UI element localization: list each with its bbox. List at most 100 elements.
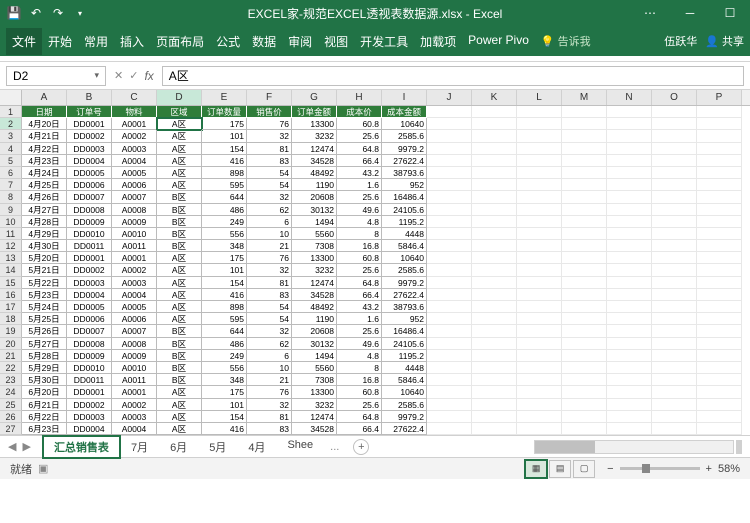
cell[interactable] (517, 277, 562, 289)
cell[interactable]: 66.4 (337, 423, 382, 435)
cell[interactable]: A0010 (112, 228, 157, 240)
cell[interactable] (517, 118, 562, 130)
cell[interactable] (427, 240, 472, 252)
cell[interactable] (607, 386, 652, 398)
cell[interactable] (427, 143, 472, 155)
cell[interactable] (607, 155, 652, 167)
add-sheet-button[interactable]: + (353, 439, 369, 455)
row-header[interactable]: 22 (0, 362, 22, 374)
cell[interactable] (652, 399, 697, 411)
cell[interactable] (562, 325, 607, 337)
cell[interactable] (427, 118, 472, 130)
cell[interactable]: 644 (202, 191, 247, 203)
zoom-slider[interactable] (620, 467, 700, 470)
zoom-in-button[interactable]: + (706, 463, 712, 475)
cell[interactable]: 5846.4 (382, 374, 427, 386)
cell[interactable]: 6月20日 (22, 386, 67, 398)
cell[interactable]: A0008 (112, 204, 157, 216)
row-header[interactable]: 6 (0, 167, 22, 179)
cell[interactable] (607, 277, 652, 289)
cell[interactable]: 175 (202, 118, 247, 130)
cell[interactable]: B区 (157, 374, 202, 386)
cell[interactable] (517, 289, 562, 301)
cell[interactable]: 76 (247, 252, 292, 264)
cell[interactable] (607, 374, 652, 386)
cell[interactable] (697, 289, 742, 301)
cell[interactable] (697, 204, 742, 216)
cell[interactable] (697, 264, 742, 276)
cell[interactable] (562, 423, 607, 435)
cell[interactable]: B区 (157, 204, 202, 216)
cell[interactable]: B区 (157, 350, 202, 362)
cell[interactable]: 30132 (292, 204, 337, 216)
cell[interactable] (472, 411, 517, 423)
cell[interactable]: A区 (157, 313, 202, 325)
cell[interactable]: A0001 (112, 252, 157, 264)
cell[interactable] (472, 362, 517, 374)
cell[interactable] (652, 313, 697, 325)
cell[interactable]: 订单金额 (292, 106, 337, 118)
cell[interactable] (652, 106, 697, 118)
cell[interactable]: 10 (247, 228, 292, 240)
cell[interactable]: 8 (337, 228, 382, 240)
cell[interactable]: 20608 (292, 191, 337, 203)
cell[interactable]: DD0008 (67, 338, 112, 350)
cell[interactable]: 1494 (292, 216, 337, 228)
cell[interactable]: 20608 (292, 325, 337, 337)
cell[interactable]: DD0007 (67, 325, 112, 337)
cell[interactable]: A区 (157, 423, 202, 435)
cell[interactable] (607, 325, 652, 337)
cell[interactable] (652, 264, 697, 276)
cell[interactable] (652, 301, 697, 313)
cell[interactable]: 4月23日 (22, 155, 67, 167)
row-header[interactable]: 17 (0, 301, 22, 313)
cell[interactable]: 54 (247, 313, 292, 325)
cell[interactable]: 66.4 (337, 155, 382, 167)
cell[interactable]: DD0005 (67, 167, 112, 179)
cell[interactable]: 952 (382, 313, 427, 325)
row-header[interactable]: 19 (0, 325, 22, 337)
cell[interactable]: B区 (157, 191, 202, 203)
cell[interactable]: A0006 (112, 313, 157, 325)
cell[interactable] (652, 411, 697, 423)
cell[interactable] (697, 106, 742, 118)
cell[interactable]: 556 (202, 228, 247, 240)
cell[interactable] (472, 264, 517, 276)
cell[interactable] (517, 350, 562, 362)
cell[interactable]: 60.8 (337, 252, 382, 264)
ribbon-options-icon[interactable]: ⋯ (630, 0, 670, 26)
cell[interactable] (652, 130, 697, 142)
horizontal-scrollbar[interactable] (534, 440, 734, 454)
cell[interactable]: 54 (247, 179, 292, 191)
cell[interactable]: DD0009 (67, 216, 112, 228)
cell[interactable]: 4月22日 (22, 143, 67, 155)
cell[interactable] (472, 374, 517, 386)
cell[interactable] (427, 228, 472, 240)
cell[interactable]: 6 (247, 216, 292, 228)
cell[interactable]: DD0004 (67, 155, 112, 167)
cell[interactable] (607, 350, 652, 362)
cell[interactable] (607, 362, 652, 374)
cell[interactable] (517, 264, 562, 276)
cell[interactable]: DD0009 (67, 350, 112, 362)
row-header[interactable]: 25 (0, 399, 22, 411)
cell[interactable] (652, 325, 697, 337)
cell[interactable] (472, 277, 517, 289)
cell[interactable]: 5月26日 (22, 325, 67, 337)
row-header[interactable]: 18 (0, 313, 22, 325)
cell[interactable]: A0004 (112, 289, 157, 301)
cell[interactable] (607, 289, 652, 301)
zoom-out-button[interactable]: − (607, 463, 613, 475)
split-handle[interactable] (736, 440, 742, 454)
name-box[interactable]: D2 ▾ (6, 66, 106, 86)
cell[interactable]: A0004 (112, 423, 157, 435)
cell[interactable]: DD0010 (67, 362, 112, 374)
row-header[interactable]: 3 (0, 130, 22, 142)
cell[interactable] (427, 167, 472, 179)
cell[interactable] (562, 240, 607, 252)
row-header[interactable]: 13 (0, 252, 22, 264)
cell[interactable] (472, 167, 517, 179)
cell[interactable]: 4.8 (337, 350, 382, 362)
cell[interactable] (607, 411, 652, 423)
cell[interactable] (427, 277, 472, 289)
